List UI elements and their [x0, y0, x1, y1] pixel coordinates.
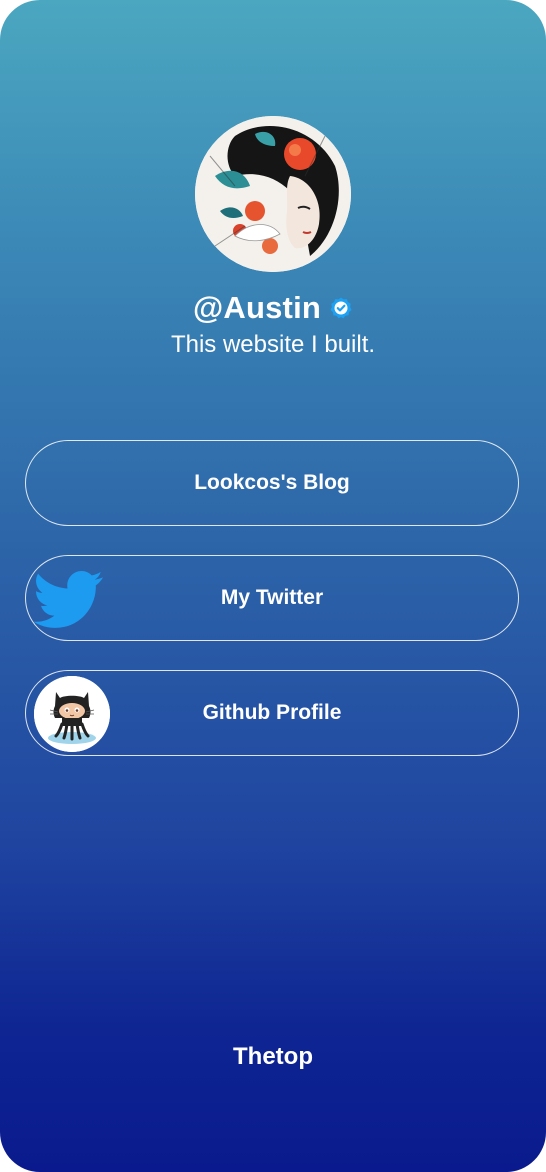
link-button-github[interactable]: Github Profile — [25, 670, 519, 756]
profile-name-row: @Austin — [0, 288, 546, 328]
link-label-twitter: My Twitter — [220, 586, 324, 609]
link-button-twitter[interactable]: My Twitter — [25, 555, 519, 641]
link-label-blog: Lookcos's Blog — [194, 471, 350, 494]
link-label-github: Github Profile — [202, 701, 342, 724]
link-page: @Austin This website I built. Lookcos's … — [0, 0, 546, 1172]
verified-badge-icon — [329, 296, 353, 320]
profile-avatar — [195, 116, 351, 272]
github-octocat-icon — [34, 676, 110, 752]
profile-username: @Austin — [192, 290, 322, 325]
twitter-bird-icon — [33, 564, 104, 634]
profile-tagline: This website I built. — [170, 331, 376, 358]
footer-brand[interactable]: Thetop — [0, 1043, 546, 1071]
link-button-blog[interactable]: Lookcos's Blog — [25, 440, 519, 526]
